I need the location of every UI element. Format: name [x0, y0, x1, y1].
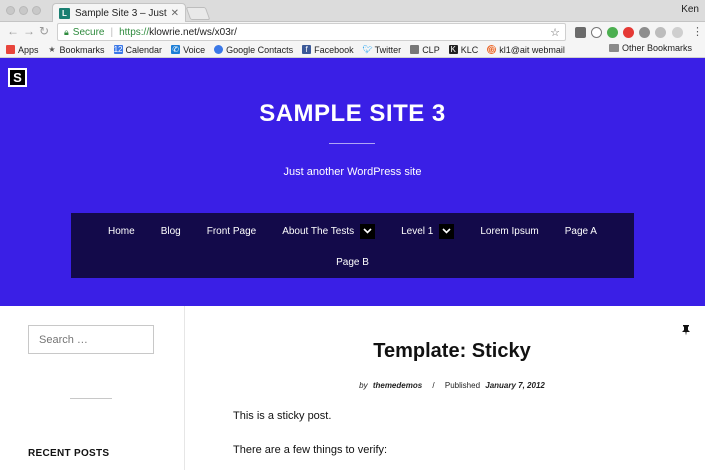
address-bar[interactable]: 🔒︎ Secure | https:// klowrie.net/ws/x03r… — [57, 23, 566, 41]
bookmark-voice[interactable]: ✆ Voice — [171, 45, 205, 55]
site-tagline: Just another WordPress site — [283, 166, 422, 178]
site-title[interactable]: SAMPLE SITE 3 — [0, 100, 705, 128]
twitter-bird-icon: 🐦︎ — [362, 45, 373, 54]
site-favicon-icon: L — [59, 8, 70, 19]
window-close-dot[interactable] — [6, 6, 15, 15]
by-label: by — [359, 381, 368, 390]
bookmark-calendar[interactable]: 12 Calendar — [113, 45, 162, 55]
browser-titlebar: L Sample Site 3 – Just another W ✕ Ken — [0, 0, 705, 23]
url-scheme: https:// — [119, 26, 150, 38]
browser-tab[interactable]: L Sample Site 3 – Just another W ✕ — [52, 3, 186, 23]
url-path: klowrie.net/ws/x03r/ — [149, 26, 237, 38]
extension-lightgray-icon[interactable] — [655, 27, 666, 38]
menu-kebab-icon[interactable]: ⋮ — [692, 25, 703, 38]
published-label: Published — [444, 381, 481, 390]
bookmark-facebook[interactable]: f Facebook — [302, 45, 354, 55]
post-author[interactable]: themedemos — [373, 381, 422, 390]
facebook-icon: f — [302, 45, 312, 54]
bookmark-klc[interactable]: K KLC — [448, 45, 478, 55]
bookmark-clp[interactable]: CLP — [410, 45, 440, 55]
menu-item-blog[interactable]: Blog — [161, 226, 181, 237]
bookmark-apps[interactable]: Apps — [6, 45, 39, 55]
post-title[interactable]: Template: Sticky — [285, 340, 619, 363]
forward-arrow-icon[interactable]: → — [23, 24, 35, 38]
bookmark-star-icon[interactable]: ☆ — [550, 26, 560, 39]
menu-item-about-the-tests[interactable]: About The Tests — [282, 223, 376, 239]
post-date[interactable]: January 7, 2012 — [485, 381, 545, 390]
menu-item-level-1[interactable]: Level 1 — [401, 223, 455, 239]
reload-icon[interactable]: ↻ — [39, 24, 49, 38]
phone-icon: ✆ — [171, 45, 181, 54]
tab-close-icon[interactable]: ✕ — [171, 8, 179, 19]
bookmark-bookmarks[interactable]: ★ Bookmarks — [48, 45, 104, 55]
chevron-down-icon[interactable] — [439, 223, 455, 239]
contacts-icon — [214, 45, 224, 54]
bookmark-webmail[interactable]: @ kl1@ait webmail — [487, 45, 565, 55]
other-bookmarks[interactable]: Other Bookmarks — [608, 43, 692, 53]
cloud-icon[interactable] — [672, 27, 683, 38]
menu-item-label: About The Tests — [282, 225, 355, 237]
info-icon[interactable] — [591, 27, 602, 38]
menu-row: Page B — [71, 255, 634, 269]
sidebar-divider — [70, 398, 112, 399]
tab-title: Sample Site 3 – Just another W — [75, 8, 167, 19]
clp-icon — [410, 45, 420, 54]
bookmark-twitter[interactable]: 🐦︎ Twitter — [363, 45, 402, 55]
menu-item-page-a[interactable]: Page A — [565, 226, 597, 237]
menu-item-lorem-ipsum[interactable]: Lorem Ipsum — [480, 226, 538, 237]
menu-item-home[interactable]: Home — [108, 226, 135, 237]
bookmarks-bar: Apps ★ Bookmarks 12 Calendar ✆ Voice Google… — [0, 42, 705, 58]
primary-menu: Home Blog Front Page About The Tests Lev… — [71, 213, 634, 278]
profile-name[interactable]: Ken — [681, 4, 699, 15]
menu-item-page-b[interactable]: Page B — [336, 257, 369, 268]
window-minimize-dot[interactable] — [19, 6, 28, 15]
post-meta: by themedemos / Published January 7, 201… — [185, 381, 705, 390]
secure-label: Secure — [72, 26, 105, 38]
lock-icon: 🔒︎ — [64, 26, 69, 37]
menu-item-front-page[interactable]: Front Page — [207, 226, 256, 237]
window-zoom-dot[interactable] — [32, 6, 41, 15]
folder-icon — [608, 44, 619, 52]
main-content: Template: Sticky by themedemos / Publish… — [185, 306, 705, 470]
menu-row: Home Blog Front Page About The Tests Lev… — [71, 222, 634, 240]
extension-gray-icon[interactable] — [639, 27, 650, 38]
webmail-icon: @ — [487, 45, 497, 54]
bookmark-google-contacts[interactable]: Google Contacts — [214, 45, 293, 55]
star-icon: ★ — [48, 45, 56, 54]
post-paragraph: This is a sticky post. — [233, 410, 332, 422]
post-paragraph: There are a few things to verify: — [233, 444, 388, 456]
browser-toolbar: ← → ↻ 🔒︎ Secure | https:// klowrie.net/w… — [0, 22, 705, 42]
title-divider — [329, 143, 375, 144]
meta-separator: / — [432, 381, 435, 390]
site-header: S SAMPLE SITE 3 Just another WordPress s… — [0, 58, 705, 306]
adblock-icon[interactable] — [623, 27, 634, 38]
sidebar: RECENT POSTS — [0, 306, 185, 470]
recent-posts-heading: RECENT POSTS — [28, 448, 110, 459]
extension-green-icon[interactable] — [607, 27, 618, 38]
url-divider: | — [110, 26, 114, 38]
extension-icon[interactable] — [575, 27, 586, 38]
site-logo[interactable]: S — [8, 68, 27, 87]
search-input[interactable] — [28, 325, 154, 354]
chevron-down-icon[interactable] — [360, 223, 376, 239]
new-tab-button[interactable] — [185, 7, 211, 20]
menu-item-label: Level 1 — [401, 225, 434, 237]
pushpin-icon — [682, 325, 690, 336]
klc-icon: K — [448, 45, 458, 54]
apps-grid-icon — [6, 45, 15, 54]
calendar-icon: 12 — [113, 45, 123, 54]
back-arrow-icon[interactable]: ← — [7, 24, 19, 38]
